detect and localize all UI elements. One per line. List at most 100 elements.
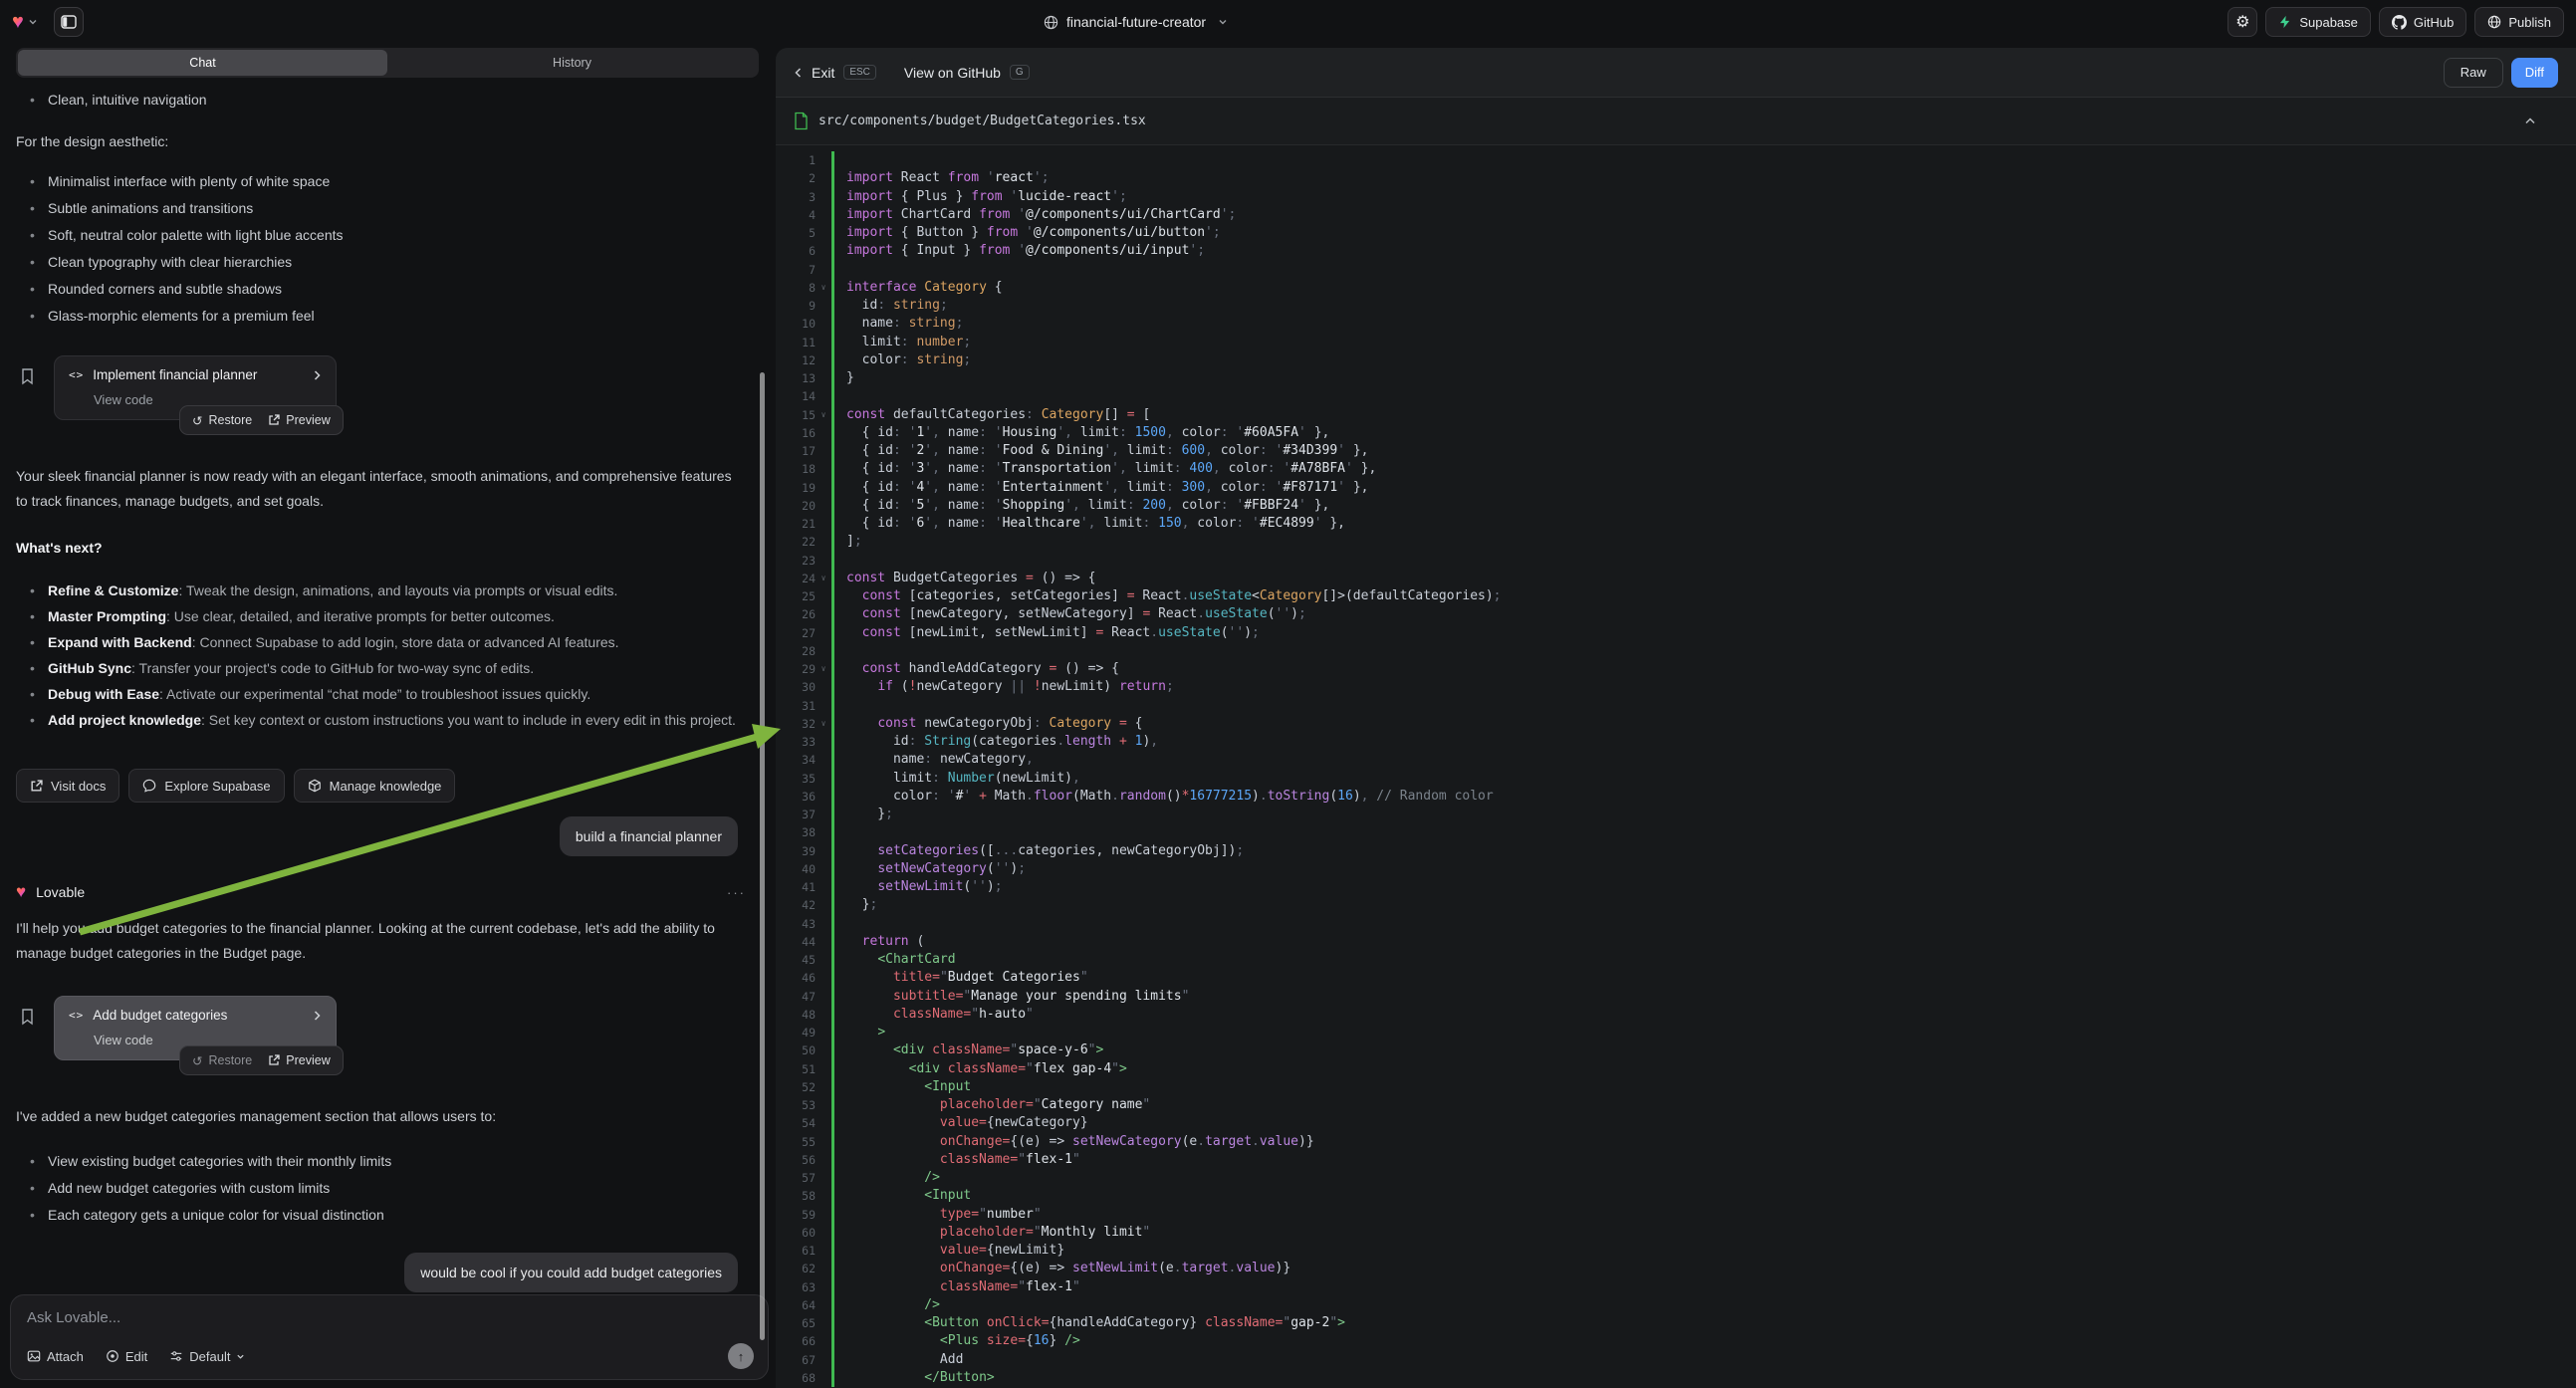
list-item: Clean typography with clear hierarchies bbox=[16, 252, 746, 272]
explore-supabase-chip[interactable]: Explore Supabase bbox=[128, 769, 284, 803]
chat-input[interactable] bbox=[27, 1309, 752, 1326]
supabase-button[interactable]: Supabase bbox=[2265, 7, 2371, 37]
line-number: 67 bbox=[776, 1351, 816, 1369]
whats-next-heading: What's next? bbox=[16, 540, 746, 556]
settings-button[interactable]: ⚙ bbox=[2227, 7, 2257, 37]
list-item: Each category gets a unique color for vi… bbox=[16, 1205, 746, 1225]
fold-toggle-icon[interactable]: ∨ bbox=[816, 406, 831, 424]
publish-globe-icon bbox=[2487, 15, 2501, 29]
fold-toggle-icon[interactable]: ∨ bbox=[816, 570, 831, 587]
chat-panel: Chat History Clean, intuitive navigation… bbox=[0, 44, 776, 1388]
lovable-logo-icon[interactable]: ♥ bbox=[12, 12, 24, 32]
preview-button[interactable]: Preview bbox=[268, 1053, 330, 1067]
code-line: 39 setCategories([...categories, newCate… bbox=[776, 842, 2576, 860]
code-line: 10 name: string; bbox=[776, 315, 2576, 333]
fold-spacer bbox=[816, 533, 831, 551]
code-line: 44 return ( bbox=[776, 933, 2576, 951]
esc-key-badge: ESC bbox=[843, 65, 876, 80]
fold-spacer bbox=[816, 624, 831, 642]
visit-docs-chip[interactable]: Visit docs bbox=[16, 769, 119, 803]
fold-spacer bbox=[816, 552, 831, 570]
line-number: 52 bbox=[776, 1078, 816, 1096]
exit-button[interactable]: Exit ESC bbox=[794, 65, 876, 81]
code-line: 49 > bbox=[776, 1024, 2576, 1041]
fold-spacer bbox=[816, 460, 831, 478]
fold-toggle-icon[interactable]: ∨ bbox=[816, 279, 831, 297]
restore-preview-pill: ↺ Restore Preview bbox=[179, 1045, 344, 1075]
fold-spacer bbox=[816, 224, 831, 242]
line-number: 47 bbox=[776, 988, 816, 1006]
line-number: 31 bbox=[776, 697, 816, 715]
preview-button[interactable]: Preview bbox=[268, 413, 330, 427]
line-number: 27 bbox=[776, 624, 816, 642]
code-line: 9 id: string; bbox=[776, 297, 2576, 315]
view-on-github-button[interactable]: View on GitHub G bbox=[904, 65, 1030, 81]
line-number: 34 bbox=[776, 751, 816, 769]
fold-spacer bbox=[816, 1169, 831, 1187]
design-heading: For the design aesthetic: bbox=[16, 133, 746, 149]
tab-chat[interactable]: Chat bbox=[18, 50, 387, 76]
fold-spacer bbox=[816, 151, 831, 169]
edit-button[interactable]: Edit bbox=[106, 1349, 147, 1364]
line-number: 41 bbox=[776, 878, 816, 896]
added-paragraph: I've added a new budget categories manag… bbox=[16, 1104, 743, 1129]
code-line: 27 const [newLimit, setNewLimit] = React… bbox=[776, 624, 2576, 642]
code-line: 4import ChartCard from '@/components/ui/… bbox=[776, 206, 2576, 224]
restore-button[interactable]: ↺ Restore bbox=[192, 1053, 252, 1068]
manage-knowledge-chip[interactable]: Manage knowledge bbox=[294, 769, 456, 803]
fold-spacer bbox=[816, 1332, 831, 1350]
line-number: 57 bbox=[776, 1169, 816, 1187]
message-menu-button[interactable]: ··· bbox=[727, 885, 746, 900]
code-line: 46 title="Budget Categories" bbox=[776, 969, 2576, 987]
code-line: 11 limit: number; bbox=[776, 334, 2576, 351]
supabase-bolt-icon bbox=[2278, 15, 2292, 29]
line-number: 43 bbox=[776, 915, 816, 933]
list-item: Refine & Customize: Tweak the design, an… bbox=[16, 578, 746, 603]
github-button[interactable]: GitHub bbox=[2379, 7, 2466, 37]
line-number: 38 bbox=[776, 823, 816, 841]
fold-toggle-icon[interactable]: ∨ bbox=[816, 660, 831, 678]
fold-spacer bbox=[816, 515, 831, 533]
fold-spacer bbox=[816, 1060, 831, 1078]
attach-button[interactable]: Attach bbox=[27, 1349, 84, 1364]
chat-scrollbar[interactable] bbox=[760, 372, 765, 1340]
fold-spacer bbox=[816, 315, 831, 333]
publish-button[interactable]: Publish bbox=[2474, 7, 2564, 37]
file-header[interactable]: src/components/budget/BudgetCategories.t… bbox=[776, 98, 2576, 145]
list-item: Add new budget categories with custom li… bbox=[16, 1178, 746, 1198]
code-line: 16 { id: '1', name: 'Housing', limit: 15… bbox=[776, 424, 2576, 442]
tab-history[interactable]: History bbox=[387, 50, 757, 76]
fold-spacer bbox=[816, 842, 831, 860]
project-chevron-down-icon bbox=[1218, 17, 1228, 27]
logo-chevron-down-icon[interactable] bbox=[28, 17, 38, 27]
fold-spacer bbox=[816, 1224, 831, 1242]
globe-icon bbox=[1044, 15, 1058, 30]
chat-bubble-icon bbox=[142, 779, 156, 793]
code-line: 31 bbox=[776, 697, 2576, 715]
code-line: 57 /> bbox=[776, 1169, 2576, 1187]
fold-spacer bbox=[816, 261, 831, 279]
sidebar-toggle-button[interactable] bbox=[54, 7, 84, 37]
fold-spacer bbox=[816, 1006, 831, 1024]
line-number: 60 bbox=[776, 1224, 816, 1242]
raw-toggle-button[interactable]: Raw bbox=[2444, 58, 2503, 88]
fold-spacer bbox=[816, 678, 831, 696]
diff-toggle-button[interactable]: Diff bbox=[2511, 58, 2558, 88]
bookmark-icon[interactable] bbox=[20, 1008, 35, 1026]
line-number: 15 bbox=[776, 406, 816, 424]
send-button[interactable]: ↑ bbox=[728, 1343, 754, 1369]
bookmark-icon[interactable] bbox=[20, 367, 35, 385]
code-lines: 12import React from 'react';3import { Pl… bbox=[776, 145, 2576, 1388]
restore-button[interactable]: ↺ Restore bbox=[192, 413, 252, 428]
list-item: Master Prompting: Use clear, detailed, a… bbox=[16, 603, 746, 629]
fold-toggle-icon[interactable]: ∨ bbox=[816, 715, 831, 733]
code-line: 48 className="h-auto" bbox=[776, 1006, 2576, 1024]
fold-spacer bbox=[816, 878, 831, 896]
project-switcher[interactable]: financial-future-creator bbox=[1044, 0, 1228, 44]
collapse-file-button[interactable] bbox=[2524, 116, 2536, 125]
model-selector[interactable]: Default bbox=[169, 1349, 245, 1364]
line-number: 51 bbox=[776, 1060, 816, 1078]
image-icon bbox=[27, 1349, 41, 1363]
line-number: 68 bbox=[776, 1369, 816, 1387]
line-number: 20 bbox=[776, 497, 816, 515]
